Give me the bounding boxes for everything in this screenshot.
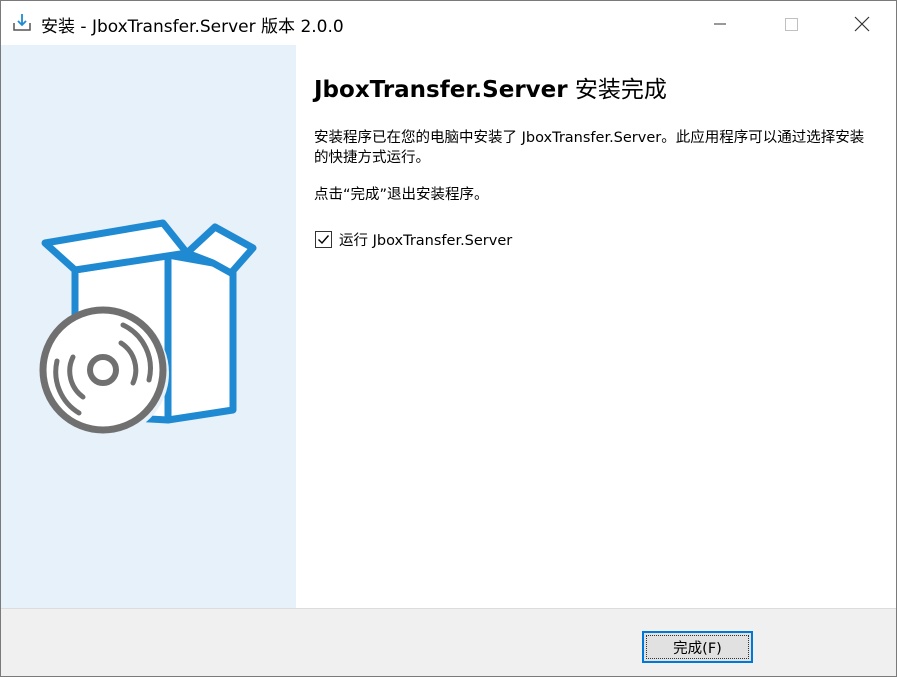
installer-download-icon (11, 11, 33, 33)
minimize-button[interactable] (697, 1, 743, 45)
software-box-disc-icon (39, 219, 257, 437)
close-button[interactable] (839, 1, 885, 45)
window-title: 安装 - JboxTransfer.Server 版本 2.0.0 (41, 17, 344, 37)
page-title: JboxTransfer.Server 安装完成 (314, 70, 667, 104)
checkmark-icon (318, 234, 330, 244)
button-bar: 完成(F) (1, 608, 896, 676)
maximize-button[interactable] (768, 1, 814, 45)
heading-suffix: 安装完成 (567, 77, 667, 103)
exit-instruction: 点击“完成”退出安装程序。 (314, 187, 489, 203)
content-area: JboxTransfer.Server 安装完成 安装程序已在您的电脑中安装了 … (296, 45, 896, 608)
title-bar: 安装 - JboxTransfer.Server 版本 2.0.0 (1, 1, 896, 45)
close-icon (854, 16, 870, 32)
installer-window: 安装 - JboxTransfer.Server 版本 2.0.0 JboxTr… (0, 0, 897, 677)
install-complete-message: 安装程序已在您的电脑中安装了 JboxTransfer.Server。此应用程序… (314, 130, 865, 166)
side-banner (1, 45, 296, 608)
checkbox-box[interactable] (315, 230, 332, 248)
heading-product: JboxTransfer.Server (314, 77, 568, 103)
maximize-icon (785, 18, 798, 31)
minimize-icon (714, 23, 726, 25)
finish-button[interactable]: 完成(F) (642, 631, 753, 663)
run-app-checkbox[interactable]: 运行 JboxTransfer.Server (315, 228, 512, 250)
finish-button-label: 完成(F) (673, 640, 722, 657)
run-app-label[interactable]: 运行 JboxTransfer.Server (339, 229, 512, 250)
